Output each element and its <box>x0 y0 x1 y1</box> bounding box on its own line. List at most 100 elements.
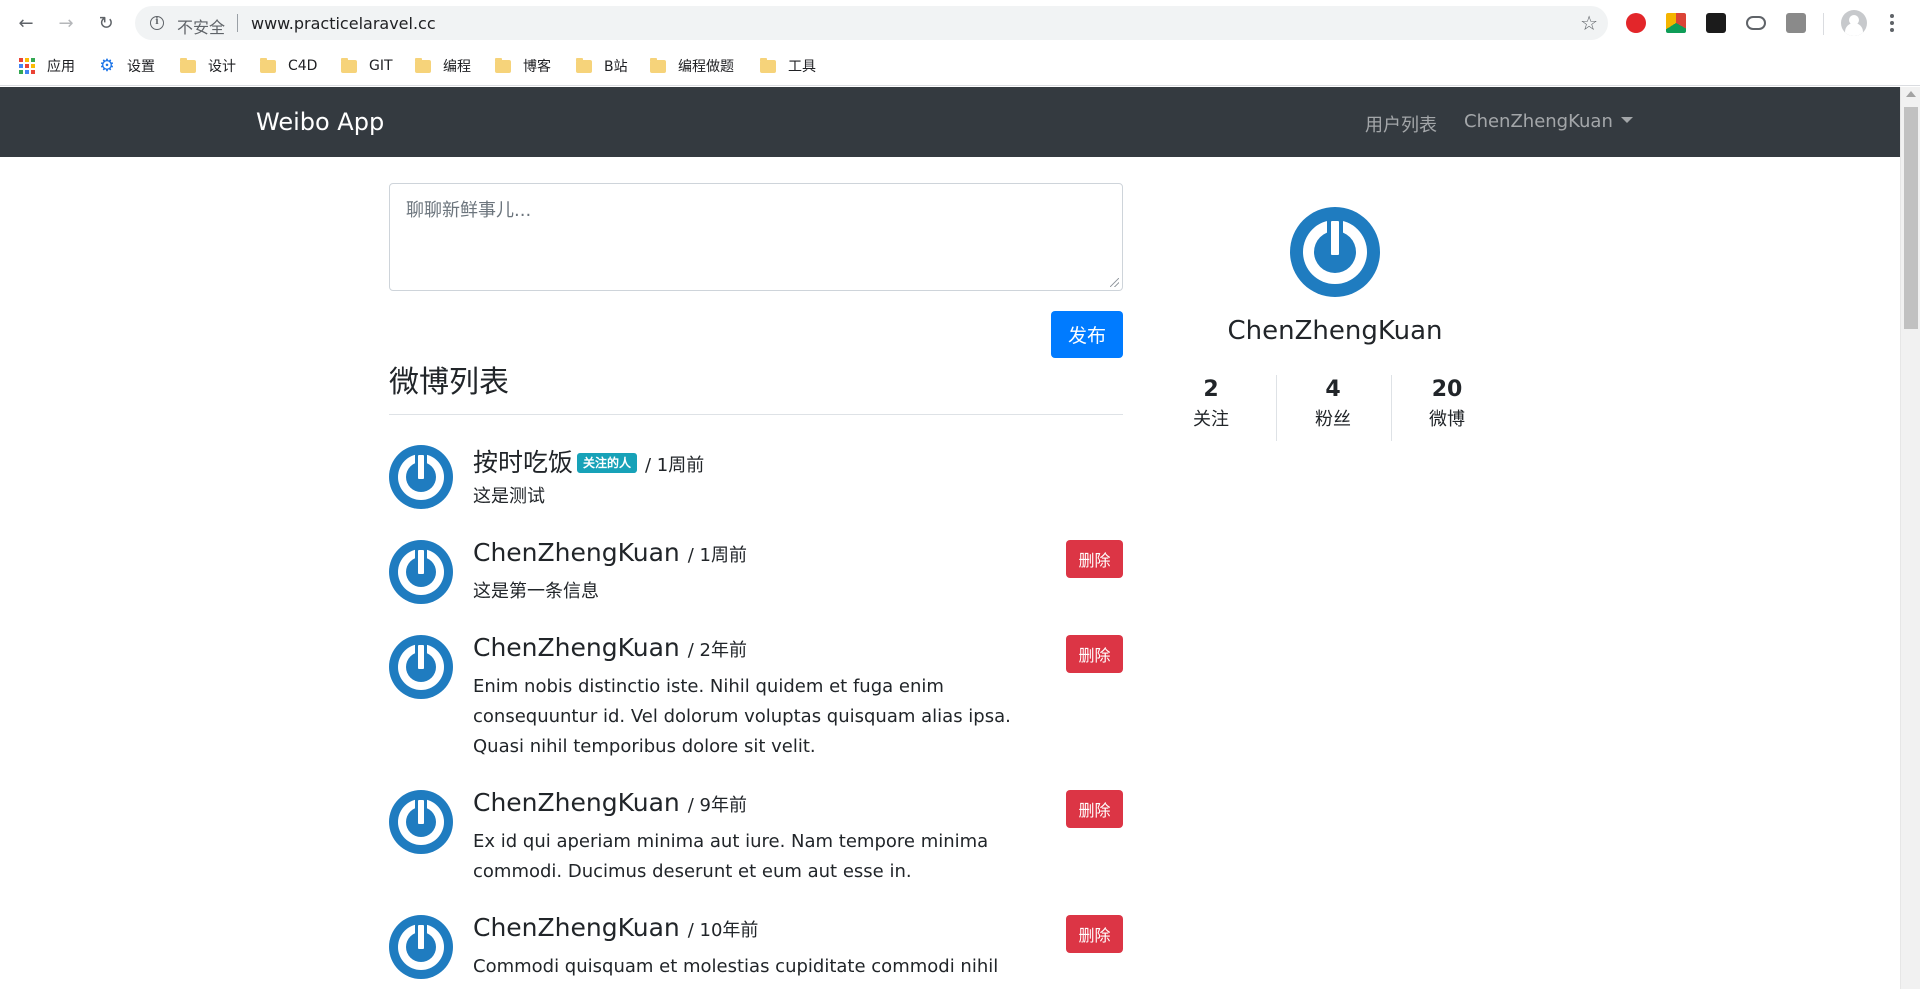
bookmark-label: 工具 <box>788 59 816 75</box>
bookmark-coding-practice[interactable]: 编程做题 <box>650 55 734 77</box>
status-time: / 9年前 <box>687 795 747 816</box>
feed-divider <box>389 414 1123 415</box>
following-badge: 关注的人 <box>577 453 638 473</box>
stat-label: 微博 <box>1429 409 1465 430</box>
textarea-placeholder: 聊聊新鲜事儿... <box>406 200 532 221</box>
bookmark-label: GIT <box>369 58 393 74</box>
url-text[interactable]: www.practicelaravel.cc <box>251 14 436 33</box>
bookmark-label: C4D <box>288 58 318 74</box>
back-icon[interactable]: ← <box>14 11 38 35</box>
omnibox-divider <box>237 14 238 32</box>
lock-extension-icon[interactable] <box>1786 13 1806 33</box>
status-author-line: 按时吃饭 关注的人 / 1周前 <box>473 443 704 479</box>
bookmark-c4d[interactable]: C4D <box>260 55 317 77</box>
bookmark-tools[interactable]: 工具 <box>760 55 816 77</box>
forward-icon[interactable]: → <box>54 11 78 35</box>
security-label[interactable]: 不安全 <box>177 14 225 38</box>
chrome-extension-icon[interactable] <box>1666 13 1686 33</box>
status-textarea[interactable]: 聊聊新鲜事儿... <box>389 183 1123 291</box>
site-navbar: Weibo App 用户列表 ChenZhengKuan <box>0 87 1900 157</box>
reload-icon[interactable]: ↻ <box>94 11 118 35</box>
status-author[interactable]: ChenZhengKuan <box>473 913 680 942</box>
status-author[interactable]: 按时吃饭 <box>473 448 573 477</box>
delete-button[interactable]: 删除 <box>1066 915 1123 953</box>
bookmark-coding[interactable]: 编程 <box>415 55 471 77</box>
bookmark-bilibili[interactable]: B站 <box>576 55 628 77</box>
stat-label: 关注 <box>1193 409 1229 430</box>
bookmark-star-icon[interactable]: ☆ <box>1580 11 1598 35</box>
status-time: / 1周前 <box>687 545 747 566</box>
stat-value: 20 <box>1431 377 1463 402</box>
bookmark-apps[interactable]: 应用 <box>19 55 75 77</box>
folder-icon <box>415 57 431 73</box>
status-author-line: ChenZhengKuan / 2年前 <box>473 633 747 662</box>
delete-button[interactable]: 删除 <box>1066 635 1123 673</box>
bookmark-label: B站 <box>604 59 628 75</box>
users-list-link[interactable]: 用户列表 <box>1365 111 1437 137</box>
feed-title: 微博列表 <box>389 365 509 400</box>
status-author[interactable]: ChenZhengKuan <box>473 538 680 567</box>
resize-grip-icon[interactable] <box>1110 278 1119 287</box>
browser-menu-icon[interactable] <box>1882 12 1902 34</box>
publish-button[interactable]: 发布 <box>1051 311 1123 358</box>
status-author-line: ChenZhengKuan / 9年前 <box>473 788 747 817</box>
gear-icon: ⚙ <box>99 56 115 76</box>
address-bar[interactable]: i 不安全 www.practicelaravel.cc ☆ <box>135 6 1608 40</box>
bookmark-label: 设计 <box>208 59 236 75</box>
caret-down-icon <box>1620 117 1633 123</box>
stat-value: 2 <box>1203 377 1219 402</box>
status-content: Ex id qui aperiam minima aut iure. Nam t… <box>473 831 989 882</box>
delete-button[interactable]: 删除 <box>1066 540 1123 578</box>
bookmark-blog[interactable]: 博客 <box>495 55 551 77</box>
status-content: Commodi quisquam et molestias cupiditate… <box>473 956 999 989</box>
page-scrollbar[interactable] <box>1900 87 1920 989</box>
profile-avatar[interactable] <box>1290 207 1380 297</box>
status-content: 这是第一条信息 <box>473 581 599 602</box>
status-author[interactable]: ChenZhengKuan <box>473 788 680 817</box>
bookmark-git[interactable]: GIT <box>341 55 393 77</box>
stat-label: 粉丝 <box>1315 409 1351 430</box>
avatar[interactable] <box>389 445 453 509</box>
status-time: / 1周前 <box>644 455 705 476</box>
delete-button[interactable]: 删除 <box>1066 790 1123 828</box>
status-author-line: ChenZhengKuan / 1周前 <box>473 538 747 567</box>
profile-stats: 2 关注 4 粉丝 20 微博 <box>1155 375 1515 441</box>
profile-avatar-icon[interactable] <box>1841 10 1867 36</box>
avatar[interactable] <box>389 790 453 854</box>
avatar[interactable] <box>389 635 453 699</box>
scroll-thumb[interactable] <box>1904 107 1918 329</box>
folder-icon <box>180 57 196 73</box>
scroll-up-icon[interactable] <box>1906 91 1916 97</box>
avatar[interactable] <box>389 915 453 979</box>
mask-extension-icon[interactable] <box>1706 13 1726 33</box>
bookmark-design[interactable]: 设计 <box>180 55 236 77</box>
cloud-extension-icon[interactable] <box>1746 16 1766 30</box>
stat-value: 4 <box>1325 377 1341 402</box>
avatar[interactable] <box>389 540 453 604</box>
profile-name[interactable]: ChenZhengKuan <box>1135 316 1535 346</box>
browser-toolbar: ← → ↻ i 不安全 www.practicelaravel.cc ☆ <box>0 0 1920 46</box>
status-author-line: ChenZhengKuan / 10年前 <box>473 913 758 942</box>
stat-statuses[interactable]: 20 微博 <box>1391 375 1503 441</box>
stat-followers[interactable]: 4 粉丝 <box>1277 375 1389 441</box>
bookmark-label: 博客 <box>523 59 551 75</box>
status-author[interactable]: ChenZhengKuan <box>473 633 680 662</box>
opera-extension-icon[interactable] <box>1626 13 1646 33</box>
bookmark-label: 编程 <box>443 59 471 75</box>
status-time: / 2年前 <box>687 640 747 661</box>
toolbar-divider <box>1823 13 1824 35</box>
bookmarks-bar: 应用 ⚙ 设置 设计 C4D GIT 编程 博客 B站 编程做题 工具 <box>0 46 1920 86</box>
bookmark-label: 应用 <box>47 59 75 75</box>
stat-following[interactable]: 2 关注 <box>1155 375 1267 441</box>
user-dropdown-toggle[interactable]: ChenZhengKuan <box>1464 111 1633 132</box>
brand-link[interactable]: Weibo App <box>256 108 384 136</box>
folder-icon <box>495 57 511 73</box>
folder-icon <box>650 57 666 73</box>
bookmark-settings[interactable]: ⚙ 设置 <box>99 55 155 77</box>
status-content: Enim nobis distinctio iste. Nihil quidem… <box>473 676 1011 757</box>
bookmark-label: 编程做题 <box>678 59 734 75</box>
folder-icon <box>341 57 357 73</box>
info-icon[interactable]: i <box>150 16 164 30</box>
status-time: / 10年前 <box>687 920 759 941</box>
folder-icon <box>760 57 776 73</box>
